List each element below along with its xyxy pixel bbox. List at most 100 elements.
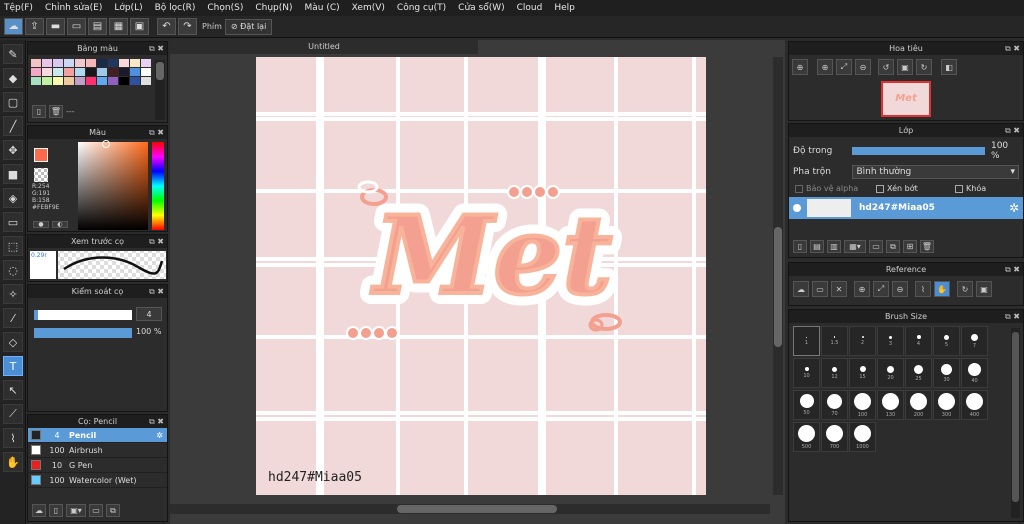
palette-swatch[interactable] [141,77,151,85]
document-tab[interactable]: Untitled [170,40,478,54]
brush-size-option[interactable]: 300 [933,390,960,420]
brush-size-option[interactable]: 2 [849,326,876,356]
brush-list-item[interactable]: 100 Watercolor (Wet) [28,473,167,488]
layer-row[interactable]: hd247#Miaa05 ✲ [789,197,1023,219]
merge-layer-icon[interactable]: ⊞ [903,240,917,253]
lasso-tool-icon[interactable]: ◌ [3,260,23,280]
transparent-color-swatch[interactable] [34,168,48,182]
blur-tool-icon[interactable]: ╱ [3,116,23,136]
ref-fit-window-icon[interactable]: ▣ [976,281,992,297]
palette-swatch[interactable] [97,77,107,85]
brush-size-option[interactable]: 12 [821,358,848,388]
zoom-in-2-icon[interactable]: ⊕ [817,59,833,75]
canvas-vertical-scrollbar[interactable] [773,57,783,495]
picker-cursor[interactable] [102,140,110,148]
layer-settings-icon[interactable]: ✲ [1009,201,1019,215]
menu-layer[interactable]: Lớp(L) [114,3,142,13]
palette-swatch[interactable] [53,68,63,76]
ref-fit-icon[interactable]: ⤢ [873,281,889,297]
brush-size-option[interactable]: 15 [849,358,876,388]
protect-alpha-checkbox[interactable] [795,184,803,193]
panel-close-icon[interactable]: ⧉ ✖ [1005,124,1020,137]
palette-swatch[interactable] [75,77,85,85]
brush-cloud-icon[interactable]: ☁ [32,504,46,517]
brush-size-option[interactable]: 30 [933,358,960,388]
share-icon[interactable]: ⇪ [25,18,44,35]
dot-tool-icon[interactable]: ▢ [3,92,23,112]
hue-slider[interactable] [152,142,164,230]
brush-size-option[interactable]: 70 [821,390,848,420]
color-mode-a-icon[interactable]: ● [33,221,49,228]
palette-swatch[interactable] [141,59,151,67]
comment-icon[interactable]: ▭ [67,18,86,35]
new-palette-icon[interactable]: ▯ [32,105,46,118]
cloud-icon[interactable]: ☁ [4,18,23,35]
fit-window-icon[interactable]: ▣ [897,59,913,75]
menu-color[interactable]: Màu (C) [305,3,340,13]
canvas-horizontal-scrollbar[interactable] [170,504,770,514]
palette-swatch[interactable] [75,59,85,67]
panel-close-icon[interactable]: ⧉ ✖ [149,126,164,139]
gradient-tool-icon[interactable]: ▭ [3,212,23,232]
ref-close-icon[interactable]: ✕ [831,281,847,297]
brush-size-option[interactable]: 1 [793,326,820,356]
palette-swatch[interactable] [130,77,140,85]
brush-size-option[interactable]: 40 [961,358,988,388]
rotate-right-icon[interactable]: ↻ [916,59,932,75]
chat-icon[interactable]: ▬ [46,18,65,35]
brush-list-item[interactable]: 10 G Pen [28,458,167,473]
panel-close-icon[interactable]: ⧉ ✖ [149,235,164,248]
select-tool-icon[interactable]: ⬚ [3,236,23,256]
brush-size-option[interactable]: 7 [961,326,988,356]
brush-size-option[interactable]: 1000 [849,422,876,452]
duplicate-layer-icon[interactable]: ⧉ [886,240,900,253]
navigator-thumbnail[interactable]: Met [881,81,931,117]
brush-size-scrollbar[interactable] [1011,328,1020,518]
menu-help[interactable]: Help [554,3,575,13]
palette-swatch[interactable] [53,59,63,67]
palette-swatch[interactable] [97,59,107,67]
menu-cloud[interactable]: Cloud [517,3,543,13]
panel-close-icon[interactable]: ⧉ ✖ [149,285,164,298]
window-icon[interactable]: ▣ [130,18,149,35]
palette-swatch[interactable] [119,77,129,85]
eyedropper-tool-icon[interactable]: ⌇ [3,428,23,448]
select-pen-tool-icon[interactable]: ⁄ [3,308,23,328]
brush-copy-icon[interactable]: ⧉ [106,504,120,517]
new-brush-icon[interactable]: ▯ [49,504,63,517]
magic-wand-tool-icon[interactable]: ✧ [3,284,23,304]
add-brush-icon[interactable]: ▣▾ [66,504,86,517]
zoom-in-icon[interactable]: ⊕ [792,59,808,75]
brush-size-option[interactable]: 3 [877,326,904,356]
brush-size-option[interactable]: 400 [961,390,988,420]
select-eraser-tool-icon[interactable]: ◇ [3,332,23,352]
palette-swatch[interactable] [53,77,63,85]
brush-opacity-slider[interactable] [34,328,132,338]
eraser-tool-icon[interactable]: ◆ [3,68,23,88]
redo-icon[interactable]: ↷ [178,18,197,35]
grid-icon[interactable]: ▦ [109,18,128,35]
brush-size-option[interactable]: 10 [793,358,820,388]
palette-swatch[interactable] [108,68,118,76]
bucket-tool-icon[interactable]: ◈ [3,188,23,208]
menu-view[interactable]: Xem(V) [352,3,385,13]
add-layer-icon[interactable]: ▦▾ [844,240,866,253]
ref-eyedropper-icon[interactable]: ⌇ [915,281,931,297]
palette-swatch[interactable] [119,59,129,67]
new-layer-2-icon[interactable]: ▤ [810,240,824,253]
brush-tool-icon[interactable]: ✎ [3,44,23,64]
palette-swatch[interactable] [42,59,52,67]
brush-list-item[interactable]: 4 Pencil ✲ [28,428,167,443]
reset-button[interactable]: ⊘ Đặt lại [224,18,273,35]
palette-swatch[interactable] [42,68,52,76]
brush-size-slider[interactable] [34,310,132,320]
rotate-left-icon[interactable]: ↺ [878,59,894,75]
palette-swatch[interactable] [97,68,107,76]
brush-size-option[interactable]: 20 [877,358,904,388]
palette-swatch[interactable] [31,77,41,85]
palette-swatch[interactable] [108,77,118,85]
menu-edit[interactable]: Chỉnh sửa(E) [45,3,102,13]
brush-size-option[interactable]: 130 [877,390,904,420]
ref-rotate-icon[interactable]: ↻ [957,281,973,297]
flip-icon[interactable]: ◧ [941,59,957,75]
